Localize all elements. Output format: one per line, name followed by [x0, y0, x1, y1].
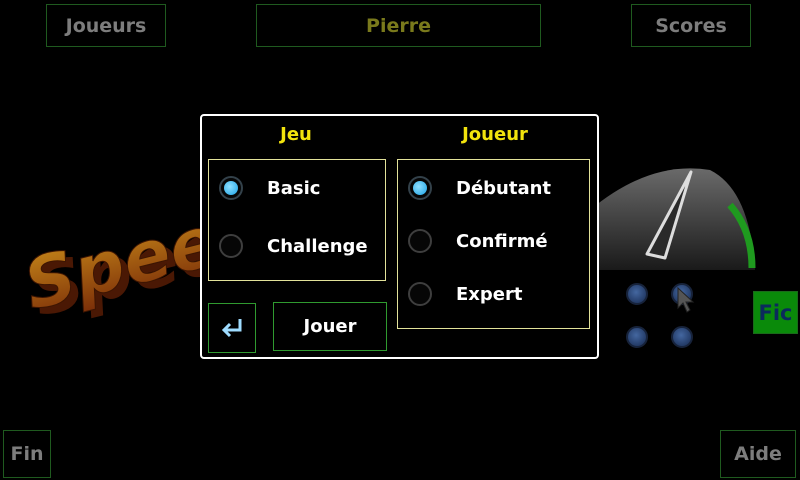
- player-heading: Joueur: [462, 124, 528, 145]
- return-arrow-icon: [221, 319, 242, 338]
- speedometer-gauge: [590, 168, 756, 270]
- option-label: Challenge: [267, 235, 368, 257]
- option-label: Débutant: [456, 177, 552, 199]
- player-option-expert[interactable]: Expert: [408, 282, 522, 306]
- game-heading: Jeu: [280, 124, 312, 145]
- radio-button[interactable]: [408, 176, 432, 200]
- radio-button[interactable]: [408, 229, 432, 253]
- play-button[interactable]: Jouer: [273, 302, 387, 351]
- option-label: Basic: [267, 177, 321, 199]
- game-option-challenge[interactable]: Challenge: [219, 234, 368, 258]
- back-button[interactable]: [208, 303, 256, 353]
- option-label: Confirmé: [456, 230, 548, 252]
- player-option-beginner[interactable]: Débutant: [408, 176, 551, 200]
- game-option-basic[interactable]: Basic: [219, 176, 320, 200]
- current-player-button[interactable]: Pierre: [256, 4, 541, 47]
- radio-button[interactable]: [219, 176, 243, 200]
- scores-button[interactable]: Scores: [631, 4, 751, 47]
- option-label: Expert: [456, 283, 523, 305]
- speed-logo-text: Speed: [22, 187, 202, 326]
- fic-button[interactable]: Fic: [753, 291, 798, 334]
- cursor-arrow-icon: [677, 286, 695, 313]
- player-option-confirmed[interactable]: Confirmé: [408, 229, 548, 253]
- player-options-group: Débutant Confirmé Expert: [397, 159, 590, 329]
- indicator-dot: [626, 283, 648, 305]
- radio-button[interactable]: [408, 282, 432, 306]
- game-options-group: Basic Challenge: [208, 159, 386, 281]
- speed-logo: Speed Speed: [22, 187, 202, 333]
- indicator-dot: [671, 326, 693, 348]
- game-setup-dialog: Jeu Joueur Basic Challenge Débutant Conf…: [200, 114, 599, 359]
- end-button[interactable]: Fin: [3, 430, 51, 478]
- indicator-dot: [626, 326, 648, 348]
- players-button[interactable]: Joueurs: [46, 4, 166, 47]
- radio-button[interactable]: [219, 234, 243, 258]
- help-button[interactable]: Aide: [720, 430, 796, 478]
